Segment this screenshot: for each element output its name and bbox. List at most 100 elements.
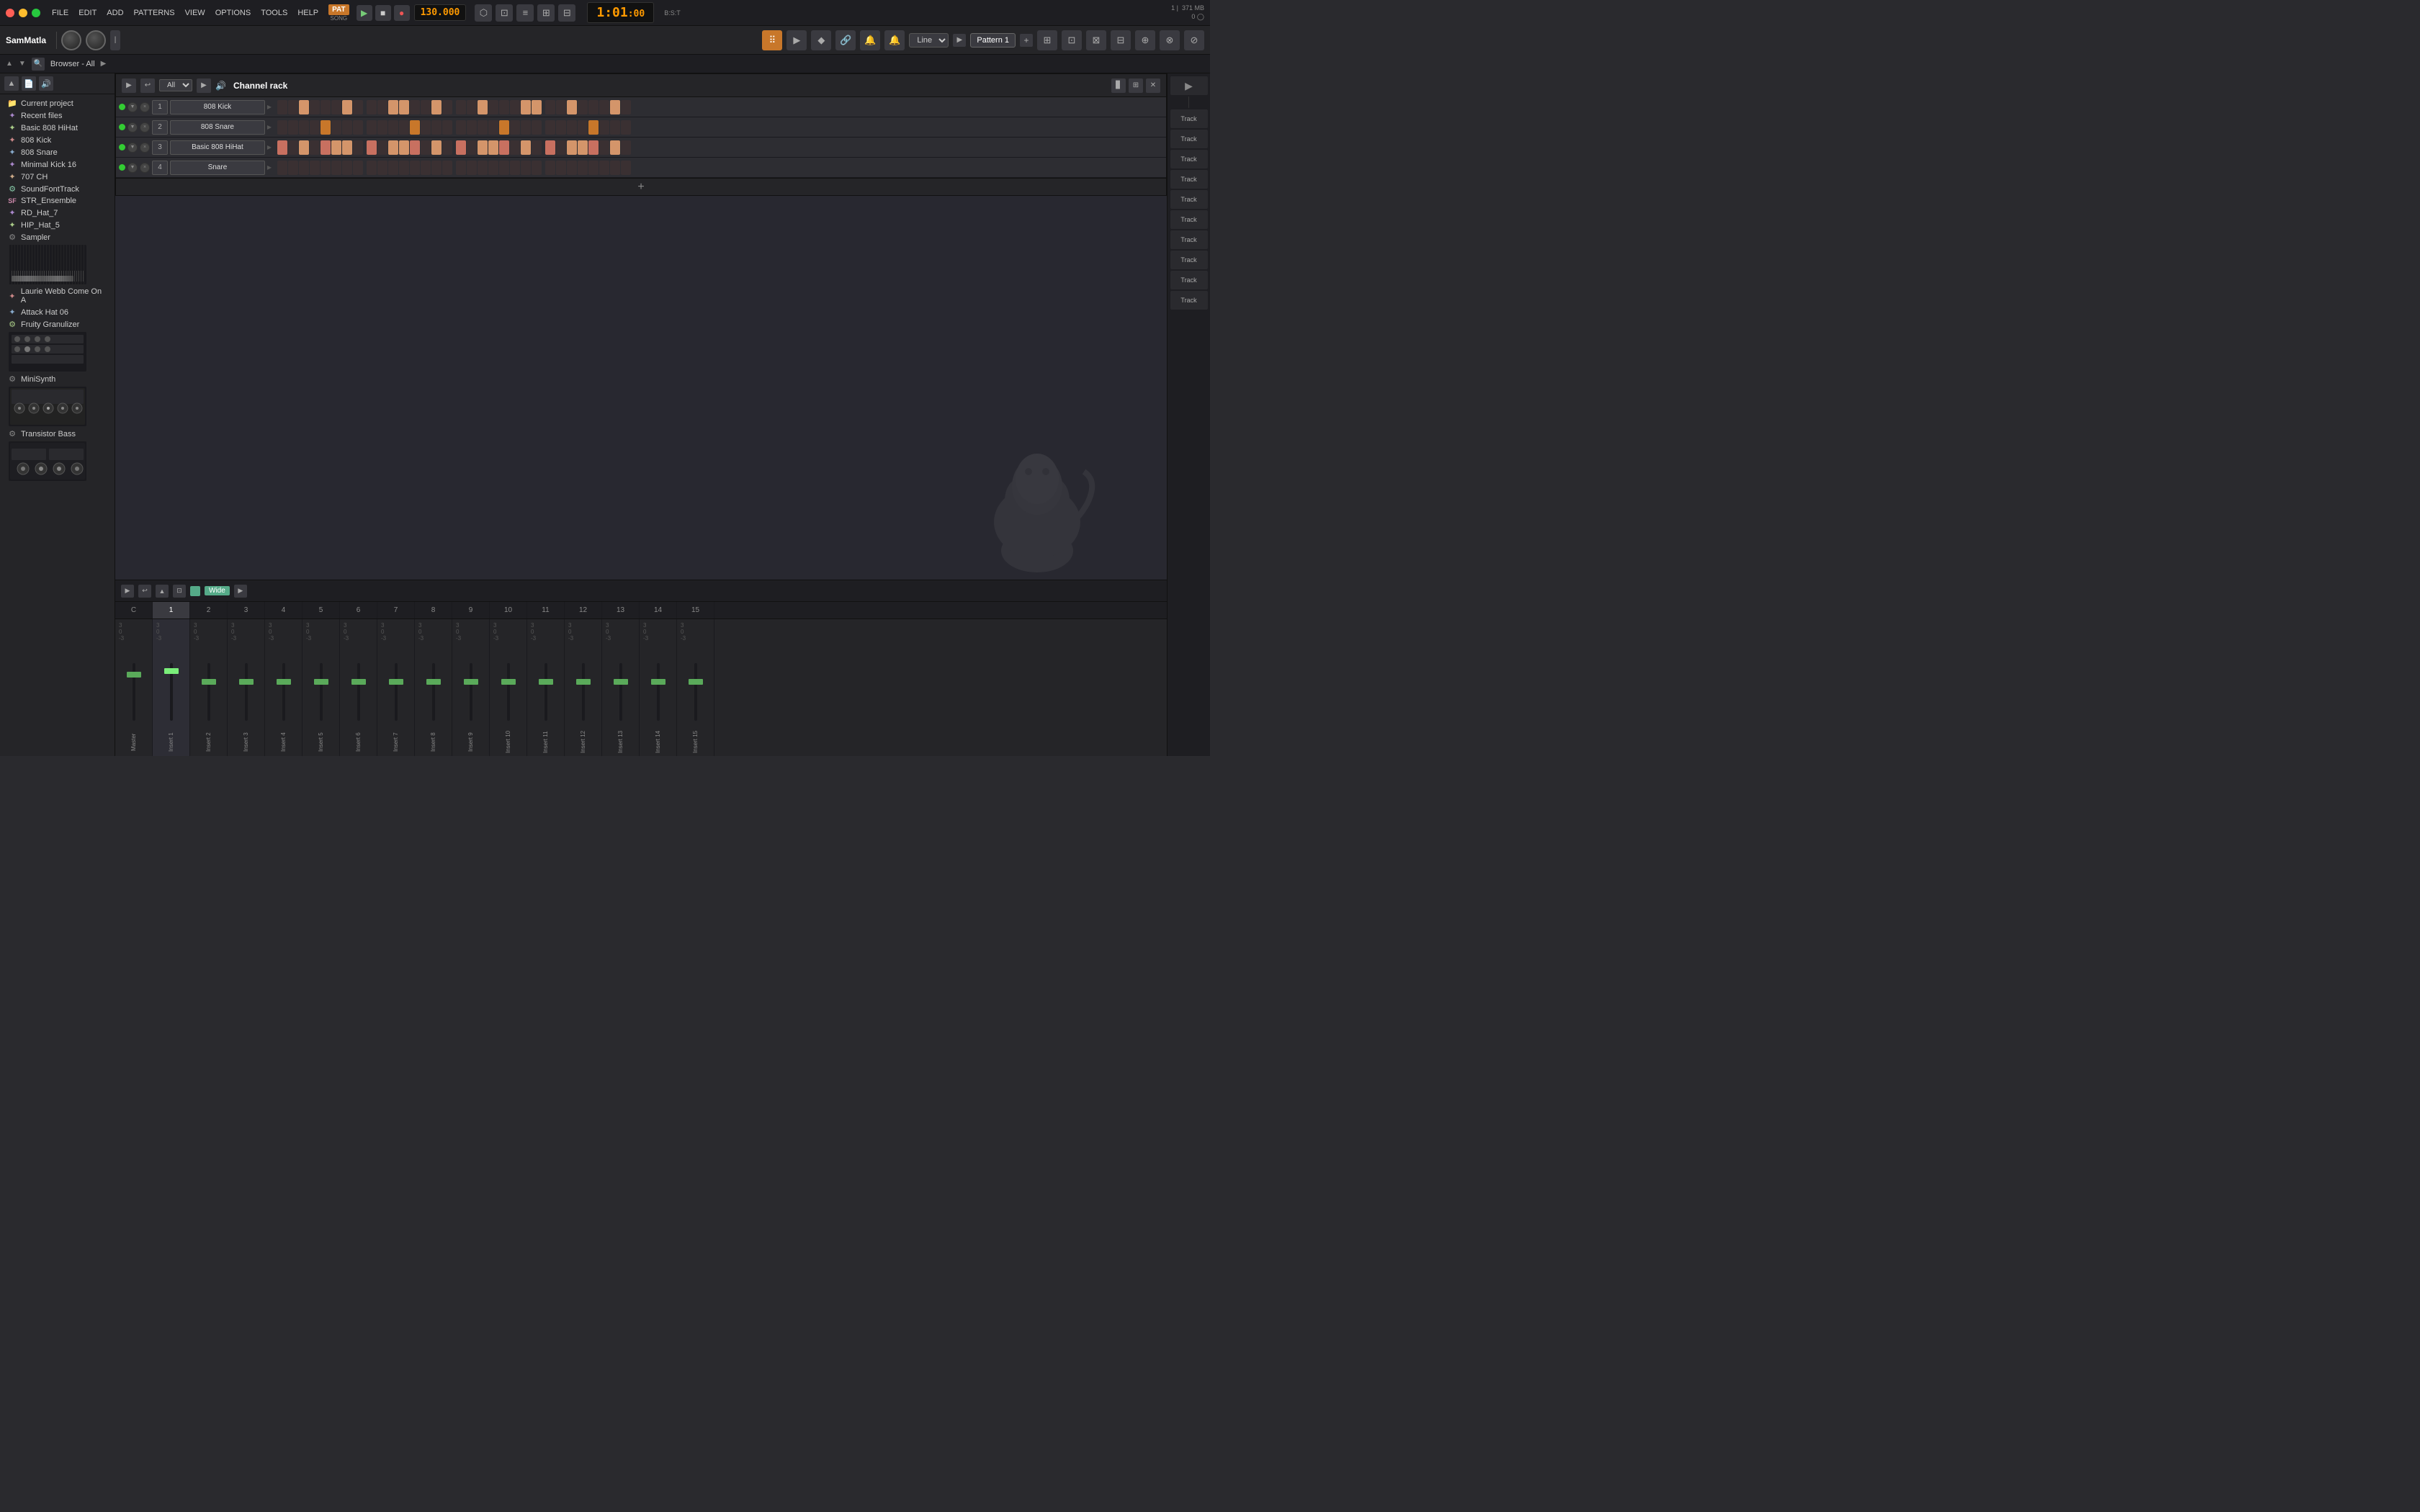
sidebar-item-recent-files[interactable]: ✦ Recent files <box>4 109 110 122</box>
beat-cell-3-10[interactable] <box>377 140 387 155</box>
mixer-num-0[interactable]: C <box>115 602 153 618</box>
traffic-light-green[interactable] <box>32 9 40 17</box>
knob-1[interactable] <box>61 30 81 50</box>
cr-filter-select[interactable]: All <box>159 79 192 91</box>
beat-cell-2-30[interactable] <box>599 120 609 135</box>
beat-cell-2-2[interactable] <box>288 120 298 135</box>
beat-cell-4-4[interactable] <box>310 161 320 175</box>
beat-cell-4-26[interactable] <box>556 161 566 175</box>
beat-cell-4-23[interactable] <box>521 161 531 175</box>
beat-cell-1-1[interactable] <box>277 100 287 114</box>
sidebar-item-808kick[interactable]: ✦ 808 Kick <box>4 134 110 146</box>
beat-cell-4-11[interactable] <box>388 161 398 175</box>
beat-cell-3-28[interactable] <box>578 140 588 155</box>
sidebar-item-str-ensemble[interactable]: SF STR_Ensemble <box>4 195 110 207</box>
beat-cell-4-22[interactable] <box>510 161 520 175</box>
channel-solo-1[interactable]: × <box>140 102 150 112</box>
menu-options[interactable]: OPTIONS <box>215 9 251 17</box>
beat-cell-2-32[interactable] <box>621 120 631 135</box>
channel-mute-3[interactable]: ▼ <box>127 143 138 153</box>
fader-handle-3[interactable] <box>239 679 254 685</box>
beat-cell-1-30[interactable] <box>599 100 609 114</box>
beat-cell-3-21[interactable] <box>499 140 509 155</box>
channel-name-3[interactable]: Basic 808 HiHat <box>170 140 265 155</box>
beat-cell-4-1[interactable] <box>277 161 287 175</box>
channel-mute-2[interactable]: ▼ <box>127 122 138 132</box>
sidebar-speaker-icon[interactable]: 🔊 <box>39 76 53 91</box>
beat-cell-1-19[interactable] <box>478 100 488 114</box>
t2-icon-10[interactable]: ⊕ <box>1135 30 1155 50</box>
beat-cell-1-13[interactable] <box>410 100 420 114</box>
mixer-num-1[interactable]: 1 <box>153 602 190 618</box>
beat-cell-3-4[interactable] <box>310 140 320 155</box>
beat-cell-3-6[interactable] <box>331 140 341 155</box>
t2-icon-8[interactable]: ⊠ <box>1086 30 1106 50</box>
mixer-num-14[interactable]: 14 <box>640 602 677 618</box>
pattern-select[interactable]: Pattern 1 <box>970 33 1016 48</box>
beat-cell-1-18[interactable] <box>467 100 477 114</box>
browser-icon[interactable]: 🔗 <box>835 30 856 50</box>
beat-cell-3-30[interactable] <box>599 140 609 155</box>
beat-cell-2-1[interactable] <box>277 120 287 135</box>
rp-arrow[interactable]: ▶ <box>1170 76 1208 95</box>
bpm-display[interactable]: 130.000 <box>414 4 467 21</box>
settings-icon[interactable]: 🔔 <box>884 30 905 50</box>
beat-cell-2-19[interactable] <box>478 120 488 135</box>
sidebar-item-soundfonttrack[interactable]: ⚙ SoundFontTrack <box>4 183 110 195</box>
channel-arrow-3[interactable]: ▶ <box>267 144 272 150</box>
cr-arrow-icon[interactable]: ▶ <box>197 78 211 93</box>
beat-cell-4-13[interactable] <box>410 161 420 175</box>
t2-icon-12[interactable]: ⊘ <box>1184 30 1204 50</box>
beat-cell-3-29[interactable] <box>588 140 599 155</box>
beat-cell-4-32[interactable] <box>621 161 631 175</box>
mixer-arrow-right[interactable]: ▶ <box>234 585 247 598</box>
beat-cell-4-5[interactable] <box>321 161 331 175</box>
beat-cell-3-31[interactable] <box>610 140 620 155</box>
beat-cell-2-5[interactable] <box>321 120 331 135</box>
beat-cell-4-16[interactable] <box>442 161 452 175</box>
beat-cell-3-12[interactable] <box>399 140 409 155</box>
mixer-num-10[interactable]: 10 <box>490 602 527 618</box>
beat-cell-4-29[interactable] <box>588 161 599 175</box>
fader-handle-6[interactable] <box>351 679 366 685</box>
beat-cell-4-25[interactable] <box>545 161 555 175</box>
sidebar-doc-icon[interactable]: 📄 <box>22 76 36 91</box>
beat-cell-4-9[interactable] <box>367 161 377 175</box>
mixer-arrow-icon[interactable]: ↩ <box>138 585 151 598</box>
channel-mute-4[interactable]: ▼ <box>127 163 138 173</box>
beat-cell-1-22[interactable] <box>510 100 520 114</box>
t2-icon-9[interactable]: ⊟ <box>1111 30 1131 50</box>
fader-handle-1[interactable] <box>164 668 179 674</box>
beat-cell-4-8[interactable] <box>353 161 363 175</box>
beat-cell-4-3[interactable] <box>299 161 309 175</box>
beat-cell-4-12[interactable] <box>399 161 409 175</box>
mixer-num-3[interactable]: 3 <box>228 602 265 618</box>
menu-add[interactable]: ADD <box>107 9 123 17</box>
beat-cell-2-11[interactable] <box>388 120 398 135</box>
fader-handle-5[interactable] <box>314 679 328 685</box>
beat-cell-4-21[interactable] <box>499 161 509 175</box>
channel-arrow-2[interactable]: ▶ <box>267 124 272 130</box>
beat-cell-4-2[interactable] <box>288 161 298 175</box>
fader-handle-14[interactable] <box>651 679 666 685</box>
beat-cell-1-17[interactable] <box>456 100 466 114</box>
beat-cell-4-15[interactable] <box>431 161 442 175</box>
beat-cell-1-26[interactable] <box>556 100 566 114</box>
beat-cell-1-6[interactable] <box>331 100 341 114</box>
beat-cell-1-24[interactable] <box>532 100 542 114</box>
fader-handle-2[interactable] <box>202 679 216 685</box>
knob-3[interactable]: | <box>110 30 120 50</box>
sidebar-up-icon[interactable]: ▲ <box>4 76 19 91</box>
fader-handle-9[interactable] <box>464 679 478 685</box>
beat-cell-2-22[interactable] <box>510 120 520 135</box>
cr-vol-icon[interactable]: ▊ <box>1111 78 1126 93</box>
beat-cell-1-10[interactable] <box>377 100 387 114</box>
mixer-num-7[interactable]: 7 <box>377 602 415 618</box>
fader-handle-12[interactable] <box>576 679 591 685</box>
beat-cell-3-20[interactable] <box>488 140 498 155</box>
nav-up[interactable]: ▲ <box>6 60 13 68</box>
t2-icon-11[interactable]: ⊗ <box>1160 30 1180 50</box>
fader-handle-8[interactable] <box>426 679 441 685</box>
beat-cell-1-15[interactable] <box>431 100 442 114</box>
beat-cell-2-24[interactable] <box>532 120 542 135</box>
